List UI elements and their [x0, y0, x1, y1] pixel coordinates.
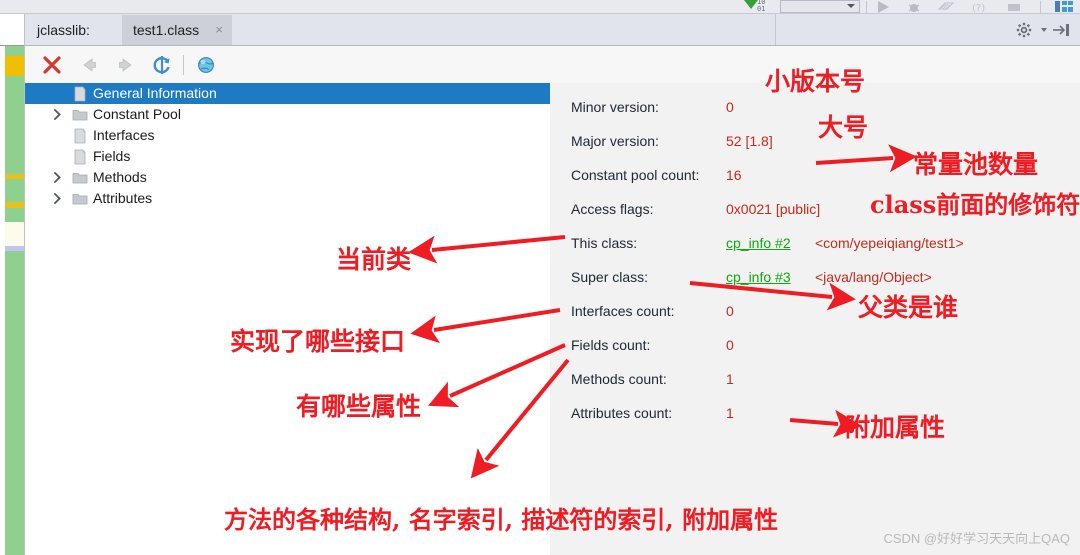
- detail-value: 0x0021 [public]: [726, 201, 821, 217]
- detail-value: 52 [1.8]: [726, 133, 773, 149]
- detail-value: 1: [726, 405, 734, 421]
- browse-globe-icon[interactable]: [195, 54, 217, 76]
- folder-icon: [72, 110, 88, 121]
- tree-item-label: Constant Pool: [93, 106, 181, 122]
- detail-row-super-class: Super class: cp_info #3 <java/lang/Objec…: [550, 268, 1080, 290]
- inspection-count-bottom: 01: [757, 5, 766, 13]
- detail-row-interfaces-count: Interfaces count: 0: [550, 302, 1080, 324]
- editor-gutter-minimap[interactable]: [0, 14, 25, 555]
- detail-value: 1: [726, 371, 734, 387]
- folder-icon: [72, 173, 88, 184]
- detail-label: Minor version:: [571, 99, 659, 115]
- detail-label: Interfaces count:: [571, 303, 675, 319]
- detail-value: 0: [726, 337, 734, 353]
- class-structure-tree[interactable]: General Information Constant Pool Interf…: [25, 83, 550, 555]
- detail-label: Attributes count:: [571, 405, 673, 421]
- folder-icon: [72, 194, 88, 205]
- jclasslib-tab-bar: jclasslib: test1.class ×: [25, 14, 1080, 46]
- detail-label: This class:: [571, 235, 638, 251]
- gutter-warning-marker[interactable]: [5, 56, 24, 76]
- detail-value-extra: <com/yepeiqiang/test1>: [815, 235, 964, 251]
- tab-test1-class[interactable]: test1.class ×: [122, 15, 232, 45]
- detail-row-major-version: Major version: 52 [1.8]: [550, 132, 1080, 154]
- gutter-warning-marker[interactable]: [5, 174, 24, 179]
- gutter-caret-marker: [5, 246, 24, 251]
- svg-text:(?): (?): [972, 3, 985, 13]
- file-icon: [74, 149, 86, 165]
- tree-item-label: General Information: [93, 85, 217, 101]
- ide-toolbar: 10 01 (?): [0, 0, 1080, 14]
- chevron-right-icon[interactable]: [53, 109, 62, 120]
- tool-window-title: jclasslib:: [37, 22, 90, 38]
- gutter-header: [0, 14, 24, 46]
- detail-label: Methods count:: [571, 371, 667, 387]
- general-information-panel: Minor version: 0 Major version: 52 [1.8]…: [550, 83, 1080, 555]
- detail-label: Constant pool count:: [571, 167, 700, 183]
- detail-value: 0: [726, 99, 734, 115]
- forward-arrow-icon[interactable]: [115, 54, 137, 76]
- chevron-right-icon[interactable]: [53, 193, 62, 204]
- tab-label: test1.class: [133, 22, 200, 38]
- tree-item-label: Methods: [93, 169, 147, 185]
- tabbar-divider: [775, 14, 776, 45]
- detail-label: Fields count:: [571, 337, 651, 353]
- detail-label: Access flags:: [571, 201, 654, 217]
- tree-item-constant-pool[interactable]: Constant Pool: [25, 104, 550, 125]
- file-icon: [74, 86, 86, 102]
- toolbar-separator: [183, 55, 184, 75]
- detail-row-attributes-count: Attributes count: 1: [550, 404, 1080, 426]
- toolbar-separator-2: [1040, 1, 1041, 13]
- tree-item-interfaces[interactable]: Interfaces: [25, 125, 550, 146]
- chevron-right-icon[interactable]: [53, 172, 62, 183]
- csdn-watermark: CSDN @好好学习天天向上QAQ: [883, 531, 1070, 546]
- tree-item-general-information[interactable]: General Information: [25, 83, 550, 104]
- reload-icon[interactable]: [151, 54, 173, 76]
- detail-row-fields-count: Fields count: 0: [550, 336, 1080, 358]
- run-configuration-select[interactable]: [780, 0, 860, 13]
- profiler-icon[interactable]: (?): [970, 1, 986, 13]
- tree-item-label: Fields: [93, 148, 131, 164]
- coverage-icon[interactable]: [938, 1, 954, 13]
- detail-label: Super class:: [571, 269, 649, 285]
- close-icon[interactable]: ×: [215, 23, 223, 36]
- tree-item-label: Interfaces: [93, 127, 155, 143]
- cp-info-link[interactable]: cp_info #3: [726, 269, 791, 285]
- tree-item-label: Attributes: [93, 190, 153, 206]
- gutter-vcs-track: [5, 46, 24, 555]
- chevron-down-icon[interactable]: [1041, 28, 1047, 32]
- close-icon[interactable]: [41, 54, 63, 76]
- detail-value-extra: <java/lang/Object>: [815, 269, 932, 285]
- debug-icon[interactable]: [906, 1, 922, 13]
- gutter-warning-marker[interactable]: [5, 202, 24, 208]
- jclasslib-toolbar: [25, 46, 1080, 83]
- back-arrow-icon[interactable]: [78, 54, 100, 76]
- tree-item-attributes[interactable]: Attributes: [25, 188, 550, 209]
- inspection-arrow-icon[interactable]: [744, 0, 758, 9]
- detail-row-access-flags: Access flags: 0x0021 [public]: [550, 200, 1080, 222]
- tree-item-methods[interactable]: Methods: [25, 167, 550, 188]
- toolbar-separator: [866, 1, 867, 13]
- layout-grid-icon[interactable]: [1054, 0, 1074, 13]
- stop-icon[interactable]: [1006, 1, 1022, 13]
- detail-value: 0: [726, 303, 734, 319]
- detail-row-this-class: This class: cp_info #2 <com/yepeiqiang/t…: [550, 234, 1080, 256]
- detail-value: 16: [726, 167, 742, 183]
- run-icon[interactable]: [878, 1, 889, 13]
- gutter-highlight-band: [5, 222, 24, 246]
- cp-info-link[interactable]: cp_info #2: [726, 235, 791, 251]
- chevron-down-icon: [847, 4, 855, 8]
- detail-label: Major version:: [571, 133, 659, 149]
- screenshot-root: 10 01 (?) jclasslib: test1.class × Gener…: [0, 0, 1080, 555]
- detail-row-minor-version: Minor version: 0: [550, 98, 1080, 120]
- gear-icon[interactable]: [1016, 22, 1040, 38]
- tree-item-fields[interactable]: Fields: [25, 146, 550, 167]
- detail-row-methods-count: Methods count: 1: [550, 370, 1080, 392]
- hide-panel-icon[interactable]: [1052, 23, 1070, 37]
- detail-row-constant-pool-count: Constant pool count: 16: [550, 166, 1080, 188]
- file-icon: [74, 128, 86, 144]
